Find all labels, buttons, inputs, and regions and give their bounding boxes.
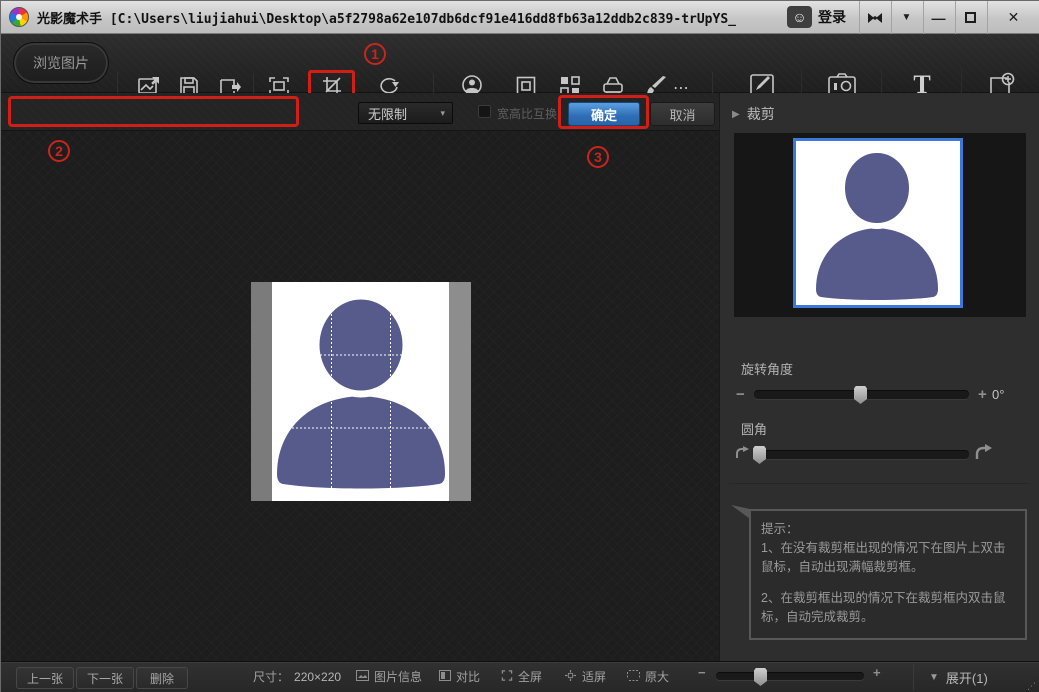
delete-image-button[interactable]: 删除 (136, 667, 188, 689)
expand-panel-button[interactable]: ▼ 展开(1) (928, 668, 988, 687)
browse-images-label: 浏览图片 (33, 53, 89, 73)
compare-button[interactable]: 对比 (439, 668, 480, 685)
ok-annotation-box (558, 95, 649, 129)
ratio-select[interactable]: 无限制 ▾ (358, 102, 453, 124)
fit-screen-icon (564, 670, 577, 684)
photo-being-cropped[interactable] (251, 282, 471, 501)
login-button[interactable]: ☺ 登录 (787, 6, 846, 28)
maximize-button[interactable] (955, 1, 985, 34)
crop-preview-image (793, 138, 963, 308)
menu-button[interactable]: ▼ (891, 1, 921, 34)
annotation-step-1: 1 (364, 43, 386, 65)
fit-screen-button[interactable]: 适屏 (564, 668, 606, 685)
image-size-status: 尺寸： 220×220 (253, 668, 341, 685)
image-info-button[interactable]: 图片信息 (356, 668, 422, 685)
corner-small-icon (735, 446, 749, 460)
minimize-button[interactable]: — (923, 1, 953, 34)
photo-gray-bar-right (449, 282, 471, 501)
browse-images-button[interactable]: 浏览图片 (13, 42, 109, 84)
panel-header[interactable]: ▶ 裁剪 (732, 104, 775, 124)
compare-icon (439, 670, 451, 684)
bottom-bar-divider (913, 664, 914, 690)
skin-button[interactable] (859, 1, 889, 34)
close-icon: ✕ (1008, 9, 1020, 26)
zoom-in-button[interactable]: + (873, 665, 881, 680)
rotate-minus-button[interactable]: − (736, 386, 745, 403)
bowtie-skin-icon (867, 12, 883, 24)
annotation-step-2: 2 (48, 140, 70, 162)
swap-ratio-label: 宽高比互换 (497, 105, 557, 122)
tip-box: 提示： 1、在没有裁剪框出现的情况下在图片上双击鼠标，自动出现满幅裁剪框。 2、… (749, 509, 1027, 640)
previous-image-button[interactable]: 上一张 (16, 667, 74, 689)
next-image-button[interactable]: 下一张 (76, 667, 134, 689)
fullscreen-button[interactable]: 全屏 (501, 668, 542, 685)
corner-large-icon (975, 444, 992, 461)
original-size-icon (627, 670, 640, 684)
smiley-icon: ☺ (787, 6, 812, 28)
corner-slider-track[interactable] (753, 451, 969, 459)
rotation-value: 0° (992, 387, 1004, 402)
panel-divider (729, 483, 1029, 484)
original-size-button[interactable]: 原大 (627, 668, 669, 685)
zoom-slider-track[interactable] (716, 673, 864, 680)
minimize-icon: — (932, 10, 946, 26)
size-label: 尺寸： (253, 668, 289, 685)
photo-gray-bar-left (251, 282, 272, 501)
size-annotation-box (8, 96, 299, 127)
image-info-icon (356, 670, 369, 684)
rotation-label: 旋转角度 (741, 359, 793, 378)
menu-arrow-icon: ▼ (902, 12, 912, 23)
fullscreen-icon (501, 670, 513, 684)
annotation-step-3: 3 (587, 146, 609, 168)
tip-line-2: 2、在裁剪框出现的情况下在裁剪框内双击鼠标，自动完成裁剪。 (761, 589, 1015, 627)
tip-line-1: 1、在没有裁剪框出现的情况下在图片上双击鼠标，自动出现满幅裁剪框。 (761, 539, 1015, 577)
maximize-icon (965, 12, 976, 23)
close-button[interactable]: ✕ (987, 1, 1039, 34)
collapse-triangle-icon: ▶ (732, 109, 740, 120)
cancel-button[interactable]: 取消 (650, 102, 715, 126)
corner-label: 圆角 (741, 419, 767, 438)
expand-caret-icon: ▼ (929, 672, 939, 683)
file-path: [C:\Users\liujiahui\Desktop\a5f2798a62e1… (110, 12, 737, 27)
app-logo-icon (9, 7, 29, 27)
main-toolbar: 浏览图片 打开 保存 另存 尺寸 ▾ 裁剪 ▾ 旋转 ▾ (1, 34, 1039, 93)
preview-person-silhouette (796, 141, 960, 305)
window-title: 光影魔术手 [C:\Users\liujiahui\Desktop\a5f279… (37, 8, 737, 27)
size-value: 220×220 (294, 670, 341, 684)
select-arrow-icon: ▾ (440, 108, 445, 119)
swap-ratio-checkbox[interactable] (478, 105, 491, 118)
login-label: 登录 (818, 7, 846, 27)
rotate-plus-button[interactable]: + (978, 386, 987, 403)
app-name: 光影魔术手 (37, 12, 102, 27)
resize-grip-icon[interactable]: ⋰ (1027, 681, 1037, 692)
tip-title: 提示： (761, 520, 1015, 539)
zoom-out-button[interactable]: − (698, 665, 706, 680)
